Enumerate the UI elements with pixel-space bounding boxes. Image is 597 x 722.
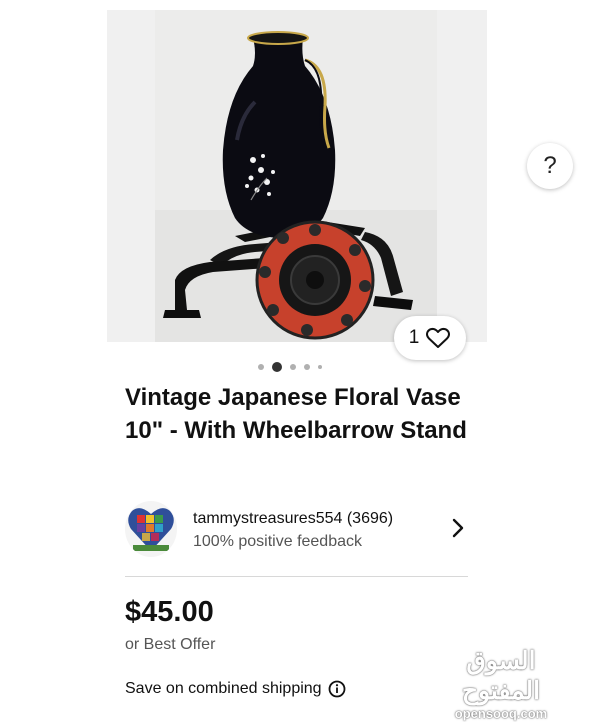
pager-dot[interactable] [318, 365, 322, 369]
pager-dot-active[interactable] [272, 362, 282, 372]
question-icon: ? [543, 152, 557, 179]
chevron-right-icon[interactable] [451, 516, 465, 540]
pager-dot[interactable] [290, 364, 296, 370]
seller-row[interactable]: tammystreasures554 (3696) 100% positive … [125, 498, 470, 560]
watch-button[interactable]: 1 [394, 316, 466, 360]
shipping-text: Save on combined shipping [125, 680, 322, 697]
divider [125, 576, 468, 577]
seller-avatar [125, 501, 177, 557]
best-offer-label: or Best Offer [125, 636, 216, 653]
seller-name[interactable]: tammystreasures554 (3696) [193, 510, 393, 528]
listing-title: Vintage Japanese Floral Vase 10" - With … [125, 384, 467, 444]
shipping-row[interactable]: Save on combined shipping [125, 680, 346, 698]
pager-dot[interactable] [304, 364, 310, 370]
watermark: السوق المفتوح opensooq.com [425, 646, 577, 722]
watermark-arabic: السوق المفتوح [461, 647, 541, 705]
seller-feedback: 100% positive feedback [193, 533, 362, 550]
vase-photo-illustration [155, 10, 437, 342]
item-price: $45.00 [125, 596, 214, 628]
heart-icon [426, 327, 451, 348]
pager-dot[interactable] [258, 364, 264, 370]
help-button[interactable]: ? [527, 143, 573, 189]
product-photo[interactable] [155, 10, 437, 342]
image-pager[interactable] [258, 361, 322, 373]
watch-count: 1 [408, 327, 420, 348]
image-gallery[interactable]: ? [107, 10, 573, 342]
info-icon[interactable] [328, 680, 346, 698]
